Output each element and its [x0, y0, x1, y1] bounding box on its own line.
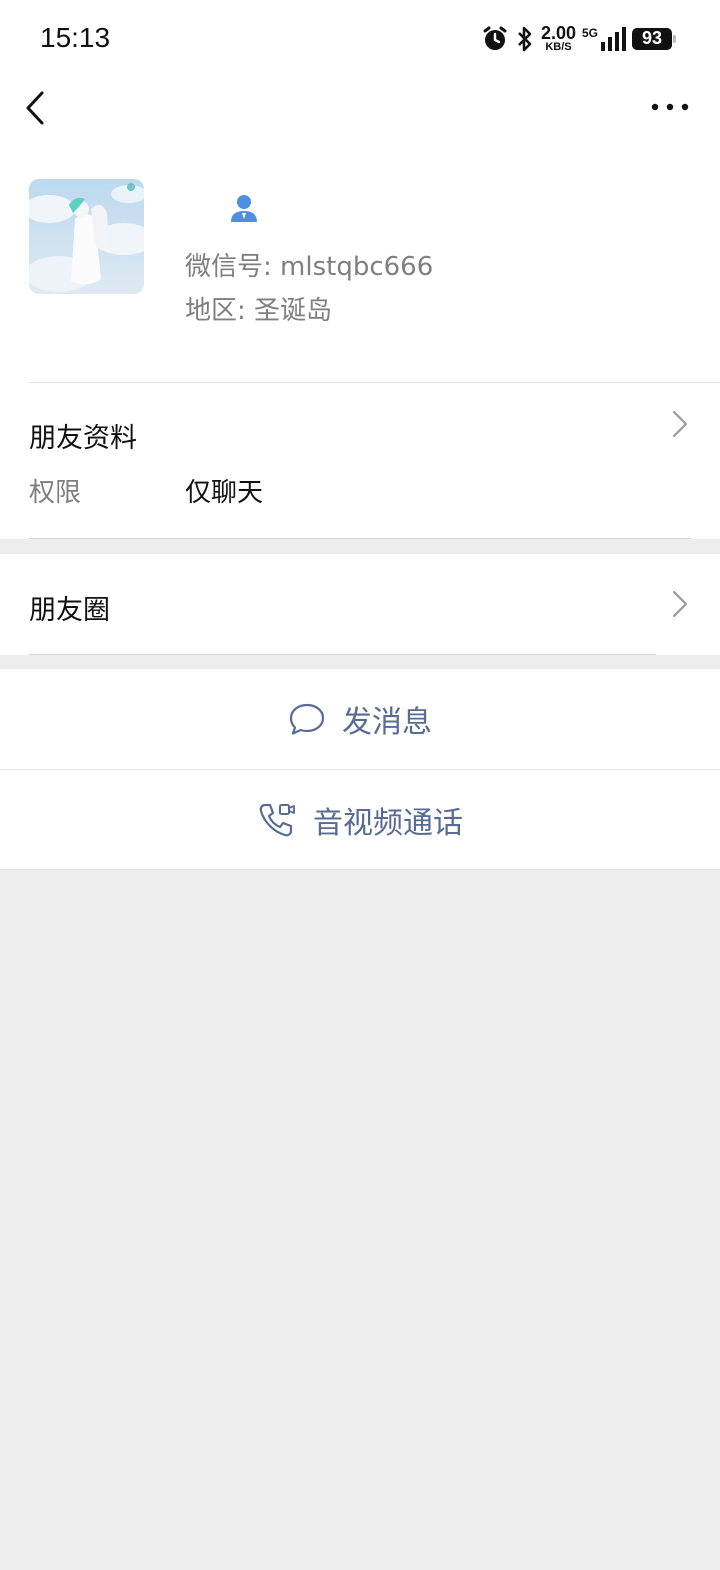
speed-unit: KB/S — [545, 41, 572, 53]
status-time: 15:13 — [40, 22, 111, 53]
region: 地区: 圣诞岛 — [185, 296, 333, 326]
network-speed: 2.00 KB/S — [541, 24, 576, 53]
battery-indicator: 93 — [632, 27, 676, 50]
profile-card: 微信号: mlstqbc666 地区: 圣诞岛 — [0, 140, 720, 384]
send-message-button[interactable]: 发消息 — [0, 669, 720, 769]
avatar[interactable] — [29, 179, 144, 294]
divider — [29, 654, 656, 655]
chevron-right-icon — [672, 410, 688, 438]
divider — [0, 869, 720, 870]
alarm-icon — [483, 26, 507, 50]
more-options-icon[interactable] — [650, 92, 690, 122]
navigation-bar — [0, 76, 720, 140]
friend-info-row[interactable]: 朋友资料 权限 仅聊天 — [0, 384, 720, 539]
divider — [29, 538, 691, 539]
chevron-right-icon — [672, 590, 688, 618]
permission-value: 仅聊天 — [185, 478, 264, 508]
moments-title: 朋友圈 — [29, 595, 110, 626]
divider — [29, 382, 720, 383]
avatar-image — [29, 179, 144, 294]
network-type: 5G — [581, 26, 598, 40]
wechat-id: 微信号: mlstqbc666 — [185, 252, 434, 282]
status-bar: 15:13 2.00 KB/S 5G 93 — [0, 0, 720, 76]
contact-person-icon — [231, 195, 257, 222]
signal-icon — [601, 26, 626, 51]
friend-info-title: 朋友资料 — [29, 423, 137, 454]
voice-video-call-button[interactable]: 音视频通话 — [0, 770, 720, 870]
contact-profile-screen: 15:13 2.00 KB/S 5G 93 微信号: mlstqbc666 地区… — [0, 0, 720, 1570]
phone-video-icon — [259, 803, 295, 837]
send-message-label: 发消息 — [342, 705, 432, 740]
back-icon[interactable] — [20, 88, 60, 128]
moments-row[interactable]: 朋友圈 — [0, 554, 720, 655]
status-icons: 2.00 KB/S 5G 93 — [481, 24, 676, 53]
bluetooth-icon — [518, 26, 532, 51]
speed-value: 2.00 — [540, 23, 576, 43]
permission-label: 权限 — [29, 478, 82, 508]
chat-bubble-icon — [289, 703, 325, 735]
voice-video-call-label: 音视频通话 — [313, 806, 463, 841]
